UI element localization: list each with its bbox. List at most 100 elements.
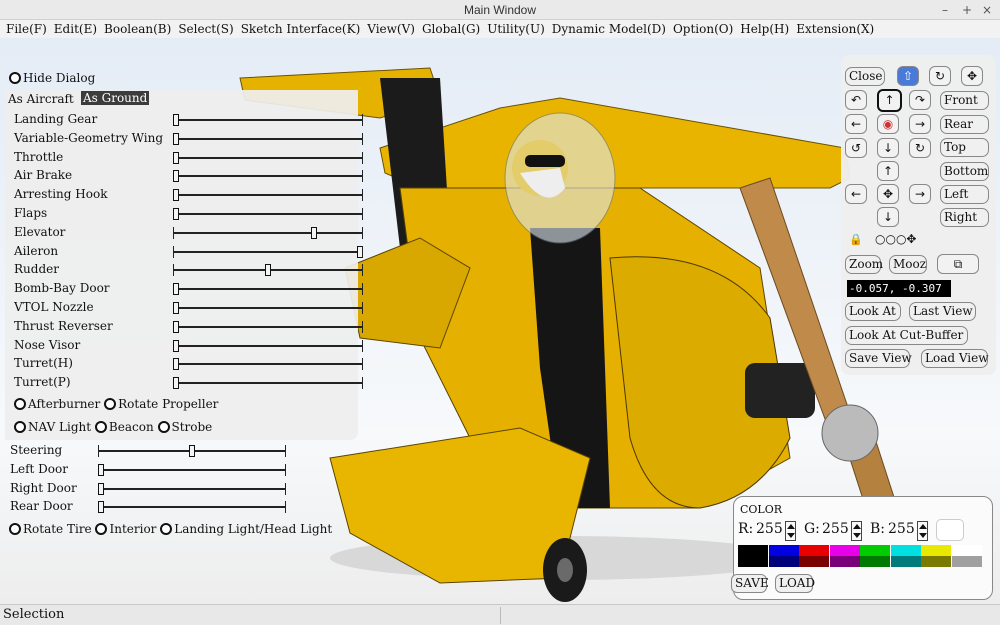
menu-utility[interactable]: Utility(U) (487, 22, 545, 36)
menu-dynamic-model[interactable]: Dynamic Model(D) (552, 22, 666, 36)
load-view-button[interactable]: Load View (921, 349, 989, 368)
cut-buffer-icon[interactable]: ⧉ (937, 254, 979, 274)
slider-track-throttle[interactable] (173, 151, 363, 164)
nav-light-radio[interactable]: NAV Light (14, 420, 91, 434)
slider-thumb-steering[interactable] (189, 445, 195, 457)
g-spinner[interactable] (851, 521, 862, 541)
close-panel-button[interactable]: Close (845, 67, 885, 86)
slider-thumb-aileron[interactable] (357, 245, 363, 258)
3d-viewport[interactable]: Hide Dialog As Aircraft As Ground Landin… (0, 38, 1000, 604)
rotate-mode-icon[interactable]: ↻ (929, 66, 951, 86)
slider-thumb-thrust-reverser[interactable] (173, 320, 179, 333)
slider-thumb-throttle[interactable] (173, 151, 179, 164)
rotate-left-icon[interactable]: ↶ (845, 90, 867, 110)
menu-boolean[interactable]: Boolean(B) (104, 22, 171, 36)
slider-thumb-turret-h[interactable] (173, 358, 179, 371)
move-mode-icon[interactable]: ✥ (961, 66, 983, 86)
slider-track-flaps[interactable] (173, 208, 363, 220)
slider-thumb-vtol-nozzle[interactable] (173, 302, 179, 314)
slider-track-turret-h[interactable] (173, 358, 363, 371)
beacon-radio[interactable]: Beacon (94, 420, 154, 434)
slider-thumb-rear-door[interactable] (98, 501, 104, 514)
rotate-90-left-icon[interactable]: ↺ (845, 138, 867, 158)
landing-light-radio[interactable]: Landing Light/Head Light (160, 522, 332, 536)
color-swatch[interactable] (921, 545, 951, 567)
slider-track-bomb-bay-door[interactable] (173, 283, 363, 296)
slider-track-turret-p[interactable] (173, 377, 363, 390)
look-at-cut-buffer-button[interactable]: Look At Cut-Buffer (845, 326, 968, 345)
rotate-tire-radio[interactable]: Rotate Tire (9, 522, 92, 536)
menu-edit[interactable]: Edit(E) (54, 22, 97, 36)
color-save-button[interactable]: SAVE (731, 574, 769, 593)
rotate-90-right-icon[interactable]: ↻ (909, 138, 931, 158)
slider-track-vtol-nozzle[interactable] (173, 302, 363, 314)
close-window-button[interactable]: × (982, 0, 992, 20)
slider-thumb-nose-visor[interactable] (173, 339, 179, 352)
maximize-button[interactable]: + (962, 0, 972, 20)
slider-track-nose-visor[interactable] (173, 339, 363, 352)
slider-thumb-right-door[interactable] (98, 482, 104, 495)
color-swatch[interactable] (890, 545, 921, 567)
home-icon[interactable]: ⇧ (897, 66, 919, 86)
menu-select[interactable]: Select(S) (178, 22, 233, 36)
move-up-icon[interactable]: ↑ (877, 161, 899, 181)
front-view-button[interactable]: Front (940, 91, 989, 110)
slider-thumb-bomb-bay-door[interactable] (173, 283, 179, 296)
slider-track-steering[interactable] (98, 445, 286, 457)
pan-right-icon[interactable]: → (909, 114, 931, 134)
slider-track-right-door[interactable] (98, 482, 286, 495)
slider-thumb-arresting-hook[interactable] (173, 189, 179, 202)
b-spinner[interactable] (917, 521, 928, 541)
move-left-icon[interactable]: ← (845, 184, 867, 204)
minimize-button[interactable]: – (942, 0, 948, 20)
hide-dialog-radio[interactable]: Hide Dialog (9, 71, 95, 85)
left-view-button[interactable]: Left (940, 185, 989, 204)
menu-sketch-interface[interactable]: Sketch Interface(K) (241, 22, 361, 36)
menu-file[interactable]: File(F) (6, 22, 47, 36)
move-center-icon[interactable]: ✥ (877, 184, 899, 204)
save-view-button[interactable]: Save View (845, 349, 912, 368)
rotate-propeller-radio[interactable]: Rotate Propeller (104, 397, 218, 411)
mooz-button[interactable]: Mooz (889, 255, 927, 274)
color-swatch[interactable] (768, 545, 799, 567)
r-value[interactable]: 255 (756, 521, 783, 537)
tilt-up-icon[interactable]: ↑ (877, 89, 902, 112)
slider-thumb-air-brake[interactable] (173, 170, 179, 183)
r-spinner[interactable] (785, 521, 796, 541)
menu-help[interactable]: Help(H) (740, 22, 789, 36)
afterburner-radio[interactable]: Afterburner (14, 397, 100, 411)
bottom-view-button[interactable]: Bottom (940, 162, 989, 181)
strobe-radio[interactable]: Strobe (157, 420, 212, 434)
slider-thumb-flaps[interactable] (173, 208, 179, 220)
top-view-button[interactable]: Top (940, 138, 989, 157)
slider-track-variable-geometry-wing[interactable] (173, 132, 363, 145)
right-view-button[interactable]: Right (940, 208, 989, 227)
slider-thumb-rudder[interactable] (265, 264, 271, 277)
interior-radio[interactable]: Interior (95, 522, 156, 536)
slider-thumb-left-door[interactable] (98, 463, 104, 476)
slider-thumb-variable-geometry-wing[interactable] (173, 132, 179, 145)
zoom-button[interactable]: Zoom (845, 255, 883, 274)
move-right-icon[interactable]: → (909, 184, 931, 204)
last-view-button[interactable]: Last View (909, 302, 976, 321)
menu-extension[interactable]: Extension(X) (796, 22, 874, 36)
slider-track-air-brake[interactable] (173, 170, 363, 183)
slider-track-arresting-hook[interactable] (173, 189, 363, 202)
color-swatch[interactable] (951, 545, 982, 567)
rotate-right-icon[interactable]: ↷ (909, 90, 931, 110)
view-tool-icons[interactable]: ○○○✥ (875, 232, 916, 246)
look-at-button[interactable]: Look At (845, 302, 901, 321)
slider-thumb-elevator[interactable] (311, 226, 317, 239)
tab-as-ground[interactable]: As Ground (81, 91, 150, 105)
menu-view[interactable]: View(V) (367, 22, 415, 36)
menu-global[interactable]: Global(G) (422, 22, 480, 36)
color-swatch[interactable] (860, 545, 890, 567)
center-icon[interactable]: ◉ (877, 114, 899, 134)
slider-track-rudder[interactable] (173, 264, 363, 277)
slider-track-elevator[interactable] (173, 226, 363, 239)
g-value[interactable]: 255 (822, 521, 849, 537)
menu-option[interactable]: Option(O) (673, 22, 733, 36)
slider-track-aileron[interactable] (173, 245, 363, 258)
tab-as-aircraft[interactable]: As Aircraft (8, 92, 74, 106)
b-value[interactable]: 255 (888, 521, 915, 537)
